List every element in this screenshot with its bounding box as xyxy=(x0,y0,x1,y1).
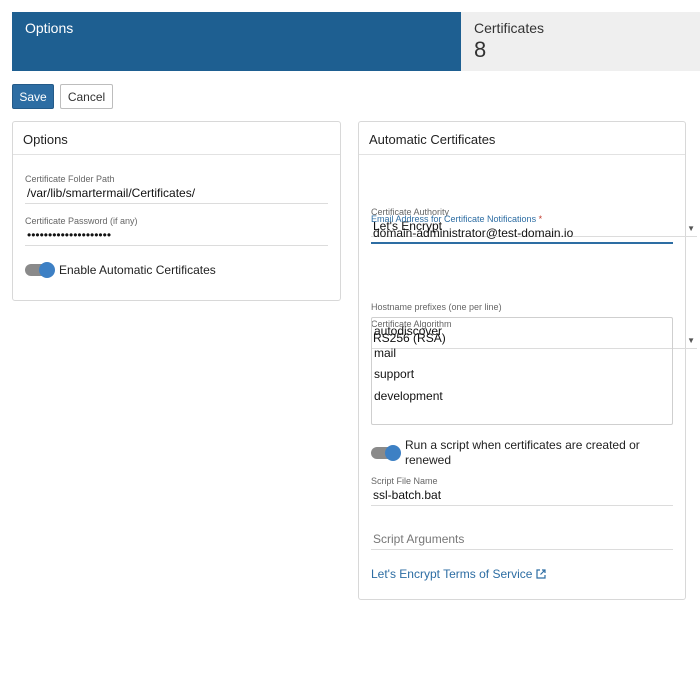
script-file-label: Script File Name xyxy=(371,476,438,486)
external-link-icon xyxy=(536,569,547,579)
toggle-knob xyxy=(39,262,55,278)
script-file-field[interactable]: Script File Name ssl-batch.bat xyxy=(371,476,673,506)
hostname-label-wrap: Hostname prefixes (one per line) xyxy=(371,302,673,312)
automatic-certificates-card: Automatic Certificates Certificate Autho… xyxy=(358,121,697,600)
tab-certificates-count: 8 xyxy=(474,37,487,62)
terms-of-service-link[interactable]: Let's Encrypt Terms of Service xyxy=(371,567,547,581)
hostname-label: Hostname prefixes (one per line) xyxy=(371,302,502,312)
tab-options[interactable]: Options xyxy=(12,12,461,71)
tab-certificates[interactable]: Certificates 8 xyxy=(461,12,700,71)
save-button[interactable]: Save xyxy=(12,84,54,109)
email-field[interactable]: Email Address for Certificate Notificati… xyxy=(371,214,673,244)
email-label: Email Address for Certificate Notificati… xyxy=(371,214,673,224)
list-item: development xyxy=(374,388,443,403)
password-input[interactable]: •••••••••••••••••••• xyxy=(25,226,328,246)
folder-path-input[interactable]: /var/lib/smartermail/Certificates/ xyxy=(25,184,328,204)
tab-certificates-label: Certificates xyxy=(474,20,545,36)
password-label: Certificate Password (if any) xyxy=(25,216,138,226)
chevron-down-icon: ▼ xyxy=(687,224,695,233)
script-arguments-input[interactable]: Script Arguments xyxy=(371,530,673,550)
hostname-textarea[interactable]: autodiscover mail support development xyxy=(371,317,673,425)
tab-bar: Options Certificates 8 xyxy=(12,12,700,71)
toggle-knob xyxy=(385,445,401,461)
run-script-label: Run a script when certificates are creat… xyxy=(405,438,640,467)
options-card-title: Options xyxy=(13,122,340,155)
run-script-toggle[interactable] xyxy=(371,445,401,461)
email-input[interactable]: domain-administrator@test-domain.io xyxy=(371,224,673,244)
auto-card-title: Automatic Certificates xyxy=(359,122,685,155)
folder-path-label: Certificate Folder Path xyxy=(25,174,115,184)
list-item: mail xyxy=(374,345,397,360)
chevron-down-icon: ▼ xyxy=(687,336,695,345)
password-field[interactable]: Certificate Password (if any) ••••••••••… xyxy=(25,216,328,246)
email-label-text: Email Address for Certificate Notificati… xyxy=(371,214,537,224)
auto-certs-toggle[interactable] xyxy=(25,262,55,278)
terms-link-text: Let's Encrypt Terms of Service xyxy=(371,567,533,581)
script-file-input[interactable]: ssl-batch.bat xyxy=(371,486,673,506)
auto-certs-label: Enable Automatic Certificates xyxy=(59,263,216,277)
list-item: support xyxy=(374,367,415,381)
script-arguments-field[interactable]: Script Arguments xyxy=(371,530,673,550)
tab-options-label: Options xyxy=(25,20,74,36)
options-card: Options Certificate Folder Path /var/lib… xyxy=(12,121,341,301)
folder-path-field[interactable]: Certificate Folder Path /var/lib/smarter… xyxy=(25,174,328,204)
list-item: autodiscover xyxy=(374,324,443,338)
required-marker: * xyxy=(538,214,543,224)
cancel-button[interactable]: Cancel xyxy=(60,84,113,109)
